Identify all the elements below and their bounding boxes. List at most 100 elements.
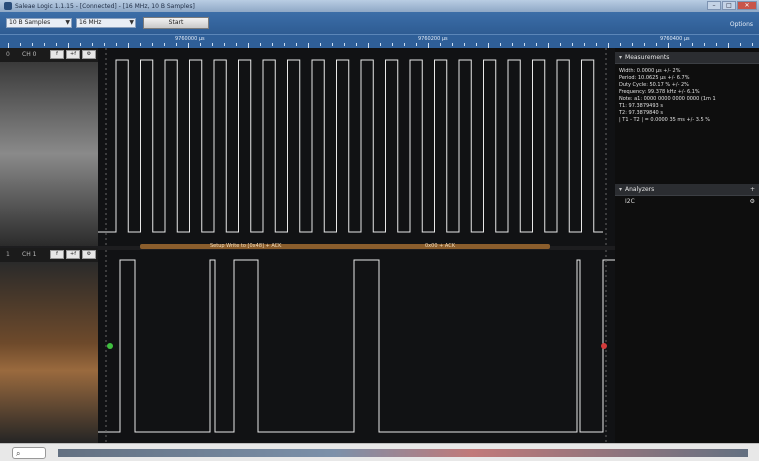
samples-select-value: 10 B Samples — [9, 19, 51, 26]
title-bar: Saleae Logic 1.1.15 - [Connected] - [16 … — [0, 0, 759, 12]
channel-0-panel: 0 CH 0 f +f ⚙ — [0, 48, 98, 246]
ruler-tick — [716, 43, 717, 46]
ruler-tick — [152, 43, 153, 46]
measurement-line: Period: 10.0625 µs +/- 6.7% — [619, 75, 690, 81]
channel-name[interactable]: CH 0 — [22, 51, 36, 58]
time-ruler: 9760000 µs 9760200 µs 9760400 µs — [0, 34, 759, 49]
ruler-tick — [32, 43, 33, 46]
start-button[interactable]: Start — [143, 17, 209, 29]
ruler-tick — [224, 43, 225, 46]
ruler-tick — [500, 43, 501, 46]
gear-icon[interactable]: ⚙ — [750, 198, 755, 205]
waveform-channel-1[interactable] — [98, 250, 615, 443]
ruler-tick — [116, 43, 117, 46]
app-logo-icon — [4, 2, 12, 10]
ruler-tick — [440, 43, 441, 46]
ruler-tick — [560, 43, 561, 46]
clock-waveform — [98, 48, 607, 246]
rate-select[interactable]: 16 MHz ▼ — [76, 18, 136, 28]
close-button[interactable]: ✕ — [737, 1, 757, 10]
options-link[interactable]: Options — [730, 21, 753, 28]
analyzer-name: I2C — [625, 198, 635, 205]
channel-0-header: 0 CH 0 f +f ⚙ — [0, 48, 98, 62]
ruler-tick — [380, 43, 381, 46]
ruler-tick — [464, 43, 465, 46]
ruler-tick — [56, 43, 57, 46]
channel-1-swatch — [0, 262, 98, 443]
ruler-tick — [176, 43, 177, 46]
waveform-channel-0[interactable] — [98, 48, 615, 246]
measurement-line: Note: a1: 0000 0000 0000 0000 (1m 1 — [619, 96, 716, 102]
ruler-tick — [572, 43, 573, 46]
status-strip — [58, 449, 748, 457]
ruler-tick — [44, 43, 45, 46]
ruler-tick — [704, 43, 705, 46]
measurement-line: T1: 97.3879493 s — [619, 103, 663, 109]
data-waveform — [98, 250, 615, 443]
ruler-tick — [632, 43, 633, 46]
rate-select-value: 16 MHz — [79, 19, 102, 26]
ruler-tick — [356, 43, 357, 46]
chevron-down-icon: ▼ — [65, 19, 70, 26]
ruler-tick — [596, 43, 597, 46]
start-marker-icon[interactable] — [107, 343, 113, 349]
ruler-tick — [284, 43, 285, 46]
ruler-tick — [536, 43, 537, 46]
measurement-line: Duty Cycle: 50.17 % +/- 2% — [619, 82, 689, 88]
samples-select[interactable]: 10 B Samples ▼ — [6, 18, 72, 28]
ruler-tick — [260, 43, 261, 46]
ruler-tick — [320, 43, 321, 46]
ruler-tick — [236, 43, 237, 46]
ruler-label: 9760200 µs — [418, 36, 448, 42]
ruler-tick — [680, 43, 681, 46]
ruler-tick — [104, 43, 105, 46]
measurement-line: Frequency: 99.378 kHz +/- 6.1% — [619, 89, 700, 95]
trigger-edge-button[interactable]: +f — [66, 250, 80, 259]
toolbar: 10 B Samples ▼ 16 MHz ▼ Start Options — [0, 12, 759, 34]
minimize-button[interactable]: – — [707, 1, 721, 10]
channel-name[interactable]: CH 1 — [22, 251, 36, 258]
channel-number: 1 — [6, 251, 10, 258]
stop-marker-icon[interactable] — [601, 343, 607, 349]
ruler-tick — [392, 43, 393, 46]
trigger-rise-button[interactable]: f — [50, 50, 64, 59]
measurements-title: Measurements — [625, 54, 670, 61]
collapse-icon[interactable]: ▾ — [619, 186, 622, 193]
ruler-tick — [416, 43, 417, 46]
trigger-edge-button[interactable]: +f — [66, 50, 80, 59]
ruler-tick — [620, 43, 621, 46]
decoder-bubble[interactable]: Setup Write to [0x48] + ACK 0x00 + ACK — [140, 243, 550, 249]
ruler-tick — [92, 43, 93, 46]
analyzers-title: Analyzers — [625, 186, 655, 193]
ruler-tick — [512, 43, 513, 46]
ruler-label: 9760000 µs — [175, 36, 205, 42]
ruler-tick — [212, 43, 213, 46]
bottom-bar: ⌕ — [0, 443, 759, 461]
analyzer-item[interactable]: I2C ⚙ — [625, 198, 755, 205]
ruler-tick — [656, 43, 657, 46]
channel-1-panel: 1 CH 1 f +f ⚙ — [0, 248, 98, 443]
ruler-label: 9760400 µs — [660, 36, 690, 42]
ruler-tick — [524, 43, 525, 46]
ruler-tick — [644, 43, 645, 46]
channel-1-header: 1 CH 1 f +f ⚙ — [0, 248, 98, 262]
search-icon: ⌕ — [16, 449, 21, 458]
analyzers-header: ▾ Analyzers + — [615, 184, 759, 196]
ruler-tick — [164, 43, 165, 46]
trigger-rise-button[interactable]: f — [50, 250, 64, 259]
ruler-tick — [140, 43, 141, 46]
side-panel: ▾ Measurements Width: 0.0000 µs +/- 2% Per… — [615, 48, 759, 443]
gear-icon[interactable]: ⚙ — [82, 50, 96, 59]
ruler-tick — [20, 43, 21, 46]
ruler-tick — [452, 43, 453, 46]
measurements-header[interactable]: ▾ Measurements — [615, 52, 759, 64]
ruler-tick — [272, 43, 273, 46]
ruler-tick — [296, 43, 297, 46]
gear-icon[interactable]: ⚙ — [82, 250, 96, 259]
maximize-button[interactable]: □ — [722, 1, 736, 10]
decode-segment-label: Setup Write to [0x48] + ACK — [210, 243, 282, 249]
search-input[interactable]: ⌕ — [12, 447, 46, 459]
add-analyzer-button[interactable]: + — [750, 184, 755, 195]
channel-0-swatch — [0, 62, 98, 246]
ruler-tick — [740, 43, 741, 46]
